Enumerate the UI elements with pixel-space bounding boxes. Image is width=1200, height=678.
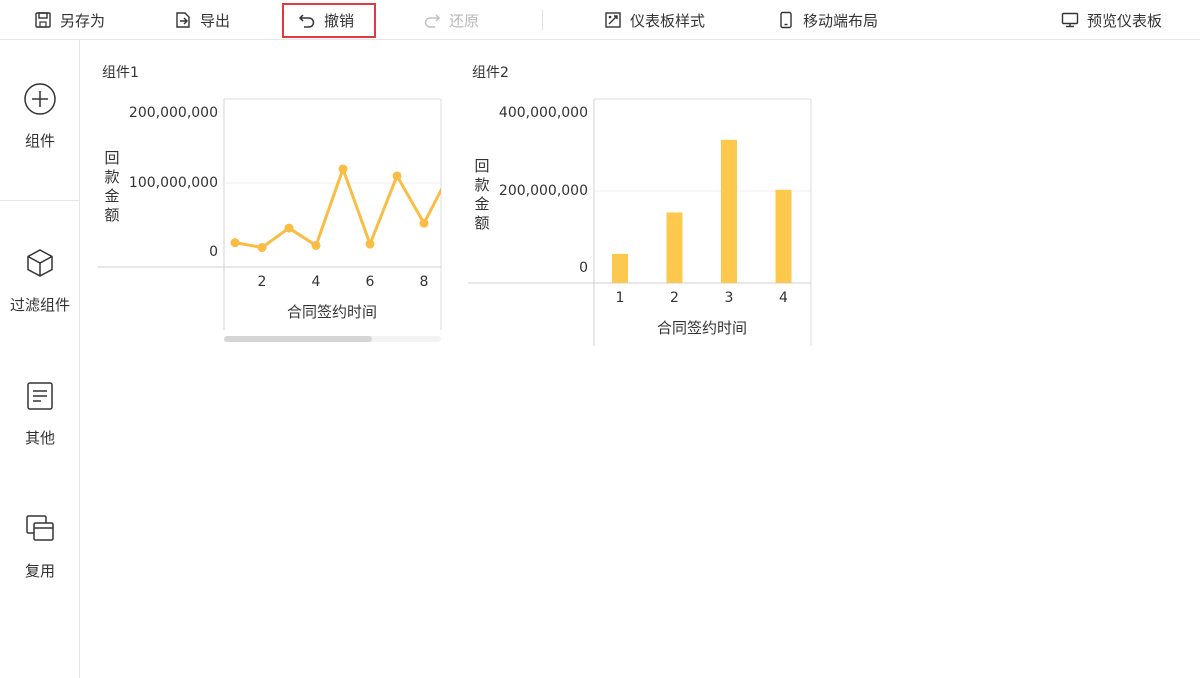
svg-text:回款金额: 回款金额 bbox=[474, 157, 489, 232]
sidebar-item-label: 复用 bbox=[24, 562, 55, 580]
data-point[interactable] bbox=[257, 243, 267, 253]
sidebar-item-reuse[interactable]: 复用 bbox=[0, 512, 80, 581]
monitor-icon bbox=[1061, 12, 1079, 28]
preview-dashboard-button[interactable]: 预览仪表板 bbox=[1061, 0, 1162, 40]
sidebar-divider bbox=[0, 200, 80, 201]
x-tick-label: 3 bbox=[725, 290, 734, 306]
sidebar-item-components[interactable]: 组件 bbox=[0, 82, 80, 151]
x-axis-title: 合同签约时间 bbox=[287, 303, 377, 321]
x-axis-title: 合同签约时间 bbox=[657, 319, 747, 337]
y-tick-label: 200,000,000 bbox=[129, 105, 218, 121]
x-tick-label: 2 bbox=[670, 290, 679, 306]
x-tick-label: 2 bbox=[258, 274, 267, 290]
x-tick-label: 1 bbox=[616, 290, 625, 306]
document-icon bbox=[27, 382, 53, 410]
x-tick-label: 6 bbox=[366, 274, 375, 290]
data-point[interactable] bbox=[230, 238, 240, 248]
sidebar-item-label: 过滤组件 bbox=[9, 296, 70, 314]
mobile-icon bbox=[780, 11, 792, 29]
data-point[interactable] bbox=[419, 218, 429, 228]
undo-icon bbox=[298, 14, 315, 28]
y-tick-label: 0 bbox=[209, 244, 218, 260]
horizontal-scroll-thumb[interactable] bbox=[224, 336, 372, 342]
x-tick-label: 8 bbox=[420, 274, 429, 290]
y-tick-label: 100,000,000 bbox=[129, 175, 218, 191]
y-tick-label: 200,000,000 bbox=[499, 183, 588, 199]
redo-button[interactable]: 还原 bbox=[423, 0, 479, 40]
data-point[interactable] bbox=[338, 164, 348, 174]
y-tick-label: 400,000,000 bbox=[499, 105, 588, 121]
mobile-layout-button[interactable]: 移动端布局 bbox=[777, 0, 878, 40]
x-tick-labels: 1 2 3 4 bbox=[616, 290, 789, 306]
bar[interactable] bbox=[775, 189, 792, 283]
widget-2-title[interactable]: 组件2 bbox=[472, 62, 509, 82]
save-icon bbox=[35, 12, 51, 28]
bar-chart-widget[interactable]: 400,000,000 200,000,000 0 回款金额 1 2 3 4 合同签约… bbox=[466, 96, 816, 348]
svg-text:回款金额: 回款金额 bbox=[104, 149, 119, 224]
y-axis-title: 回款金额 bbox=[104, 149, 119, 224]
line-chart-widget[interactable]: 200,000,000 100,000,000 0 回款金额 2 4 6 8 合同签约… bbox=[96, 96, 446, 348]
preview-dashboard-label: 预览仪表板 bbox=[1087, 11, 1163, 30]
undo-button[interactable]: 撤销 bbox=[298, 0, 354, 40]
bar-series bbox=[612, 139, 792, 283]
copy-icon bbox=[26, 515, 54, 541]
sidebar: 组件 过滤组件 其他 复用 bbox=[0, 40, 80, 678]
bar-chart: 400,000,000 200,000,000 0 回款金额 1 2 3 4 合同签约… bbox=[468, 98, 812, 346]
cube-icon bbox=[27, 249, 53, 277]
data-point[interactable] bbox=[392, 171, 402, 181]
bar[interactable] bbox=[612, 253, 628, 283]
data-point[interactable] bbox=[365, 239, 375, 249]
bar[interactable] bbox=[721, 139, 737, 283]
redo-label: 还原 bbox=[449, 11, 480, 30]
y-tick-label: 0 bbox=[579, 260, 588, 276]
style-icon bbox=[605, 12, 621, 28]
x-tick-label: 4 bbox=[312, 274, 321, 290]
data-point[interactable] bbox=[311, 240, 321, 250]
x-tick-label: 4 bbox=[779, 290, 788, 306]
save-as-label: 另存为 bbox=[60, 11, 106, 30]
x-tick-labels: 2 4 6 8 bbox=[258, 274, 429, 290]
dashboard-style-label: 仪表板样式 bbox=[630, 11, 706, 30]
series-line bbox=[234, 167, 441, 250]
undo-label: 撤销 bbox=[324, 11, 355, 30]
mobile-layout-label: 移动端布局 bbox=[803, 11, 879, 30]
toolbar: 另存为 导出 撤销 还原 仪表板样式 移动端布局 预览仪表板 bbox=[0, 0, 1200, 40]
line-chart: 200,000,000 100,000,000 0 回款金额 2 4 6 8 合同签约… bbox=[98, 98, 442, 342]
dashboard-style-button[interactable]: 仪表板样式 bbox=[604, 0, 705, 40]
line-series bbox=[230, 164, 441, 253]
widget-1-title[interactable]: 组件1 bbox=[102, 62, 139, 82]
sidebar-item-other[interactable]: 其他 bbox=[0, 379, 80, 448]
data-point[interactable] bbox=[284, 223, 294, 233]
export-button[interactable]: 导出 bbox=[174, 0, 230, 40]
plus-circle-icon bbox=[24, 83, 56, 115]
y-axis-title: 回款金额 bbox=[474, 157, 489, 232]
save-as-button[interactable]: 另存为 bbox=[34, 0, 105, 40]
toolbar-divider bbox=[542, 10, 543, 30]
export-icon bbox=[176, 12, 190, 28]
export-label: 导出 bbox=[200, 11, 231, 30]
sidebar-item-label: 其他 bbox=[24, 429, 55, 447]
sidebar-item-filter-components[interactable]: 过滤组件 bbox=[0, 246, 80, 315]
sidebar-item-label: 组件 bbox=[24, 132, 55, 150]
redo-icon bbox=[424, 14, 441, 28]
bar[interactable] bbox=[666, 212, 683, 283]
